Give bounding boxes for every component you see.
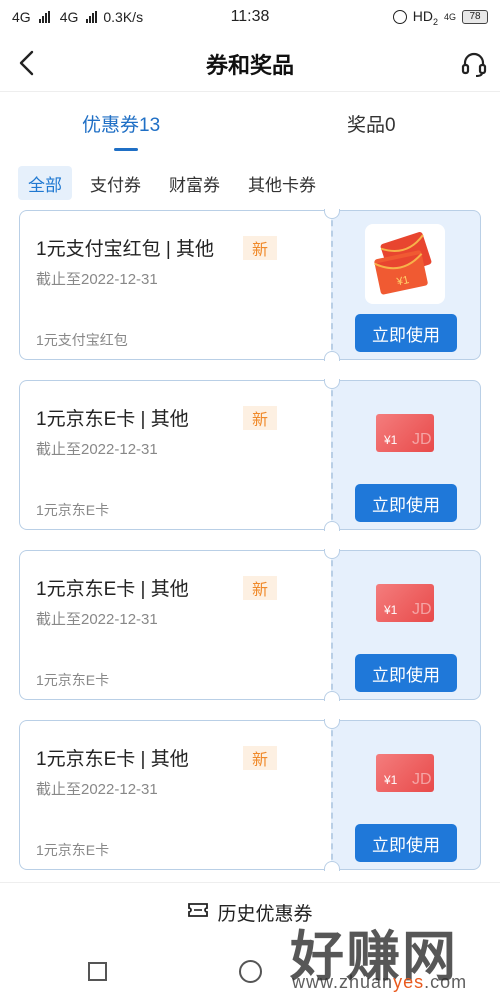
red-packet-icon: ¥1 (365, 224, 445, 304)
coupon-card: 1元京东E卡 | 其他 新 截止至2022-12-31 1元京东E卡 JD ¥1… (19, 549, 481, 701)
card-notch (324, 521, 340, 531)
signal-icon (38, 11, 50, 23)
filter-all[interactable]: 全部 (18, 166, 72, 200)
coupon-card: 1元京东E卡 | 其他 新 截止至2022-12-31 1元京东E卡 JD ¥1… (19, 719, 481, 871)
jd-card-icon: JD ¥1 (376, 754, 434, 792)
hd-sub: 2 (432, 16, 438, 27)
coupon-card: 1元京东E卡 | 其他 新 截止至2022-12-31 1元京东E卡 JD ¥1… (19, 379, 481, 531)
filter-payment[interactable]: 支付券 (80, 166, 151, 200)
signal-icon (86, 11, 98, 23)
status-right: HD2 4G 78 (392, 8, 488, 27)
coupon-expiry: 截止至2022-12-31 (36, 271, 158, 288)
jd-letters: JD (412, 431, 432, 448)
hd-label: HD2 (413, 8, 438, 27)
coupon-expiry: 截止至2022-12-31 (36, 611, 158, 628)
coupon-description: 1元支付宝红包 (36, 332, 128, 348)
coupon-description: 1元京东E卡 (36, 502, 110, 518)
use-now-button[interactable]: 立即使用 (355, 314, 457, 352)
new-badge: 新 (243, 236, 277, 260)
jd-letters: JD (412, 601, 432, 618)
coupon-card: 1元支付宝红包 | 其他 新 截止至2022-12-31 1元支付宝红包 ¥1 … (19, 209, 481, 361)
coupon-title: 1元支付宝红包 | 其他 (36, 239, 215, 260)
system-nav-bar (0, 950, 500, 1000)
use-now-button[interactable]: 立即使用 (355, 824, 457, 862)
tab-coupons[interactable]: 优惠券13 (82, 110, 160, 137)
main-tabs: 优惠券13 奖品0 (0, 104, 500, 154)
card-notch (324, 861, 340, 871)
coupon-title: 1元京东E卡 | 其他 (36, 409, 189, 430)
history-coupons-label: 历史优惠券 (217, 904, 313, 925)
filter-chips: 全部 支付券 财富券 其他卡券 (18, 166, 326, 200)
card-notch (324, 691, 340, 701)
coupon-title: 1元京东E卡 | 其他 (36, 749, 189, 770)
jd-letters: JD (412, 771, 432, 788)
sub-network: 4G (443, 11, 456, 22)
status-left: 4G 4G 0.3K/s (12, 9, 143, 25)
active-tab-indicator (114, 148, 138, 151)
network-label-1: 4G (12, 9, 31, 25)
alarm-icon (392, 9, 407, 24)
home-icon[interactable] (239, 960, 262, 983)
card-notch (324, 351, 340, 361)
filter-wealth[interactable]: 财富券 (159, 166, 230, 200)
status-bar: 4G 4G 0.3K/s 11:38 HD2 4G 78 (0, 0, 500, 34)
page-title: 券和奖品 (205, 53, 294, 78)
new-badge: 新 (243, 406, 277, 430)
jd-amount: ¥1 (383, 603, 398, 617)
tab-prizes[interactable]: 奖品0 (347, 110, 396, 137)
coupon-title: 1元京东E卡 | 其他 (36, 579, 189, 600)
nav-divider (0, 91, 500, 92)
jd-card-icon: JD ¥1 (376, 414, 434, 452)
coupon-expiry: 截止至2022-12-31 (36, 441, 158, 458)
nav-bar: 券和奖品 (0, 36, 500, 92)
new-badge: 新 (243, 576, 277, 600)
jd-amount: ¥1 (383, 773, 398, 787)
coupon-description: 1元京东E卡 (36, 842, 110, 858)
chevron-left-icon[interactable] (12, 48, 42, 78)
use-now-button[interactable]: 立即使用 (355, 654, 457, 692)
new-badge: 新 (243, 746, 277, 770)
network-label-2: 4G (59, 9, 79, 25)
coupon-expiry: 截止至2022-12-31 (36, 781, 158, 798)
network-speed: 0.3K/s (103, 9, 144, 25)
hd-text: HD (412, 7, 433, 24)
battery-icon: 78 (462, 9, 488, 24)
recent-apps-icon[interactable] (88, 962, 107, 981)
history-coupons-bar[interactable]: 历史优惠券 (0, 882, 500, 942)
jd-card-icon: JD ¥1 (376, 584, 434, 622)
use-now-button[interactable]: 立即使用 (355, 484, 457, 522)
battery-level: 78 (469, 11, 481, 23)
ticket-icon (187, 901, 209, 924)
filter-other-cards[interactable]: 其他卡券 (238, 166, 326, 200)
headset-icon[interactable] (458, 48, 490, 80)
jd-amount: ¥1 (383, 433, 398, 447)
coupon-description: 1元京东E卡 (36, 672, 110, 688)
